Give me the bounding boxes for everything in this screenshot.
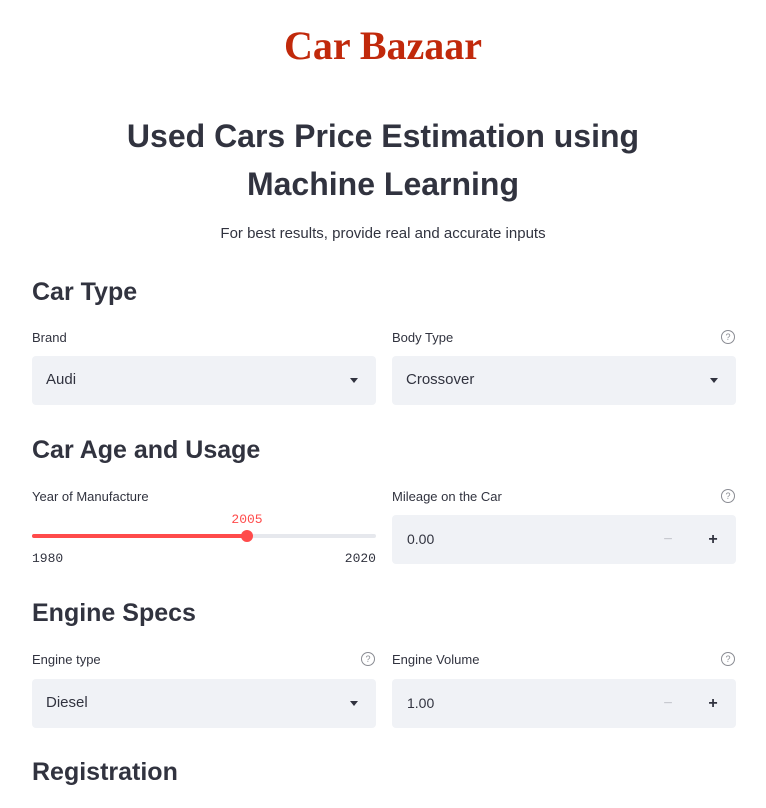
chevron-down-icon [350,378,358,383]
body-type-select-value: Crossover [406,371,475,388]
mileage-input-value[interactable]: 0.00 [407,531,434,547]
mileage-input[interactable]: 0.00 − + [392,515,736,564]
engine-volume-input[interactable]: 1.00 − + [392,679,736,728]
engine-volume-input-value[interactable]: 1.00 [407,695,434,711]
year-label: Year of Manufacture [32,489,149,504]
question-circle-icon[interactable]: ? [721,489,735,503]
brand-label: Brand [32,330,67,345]
question-circle-icon[interactable]: ? [721,652,735,666]
brand-select[interactable]: Audi [32,356,376,405]
engine-volume-label: Engine Volume [392,652,480,667]
chevron-down-icon [350,701,358,706]
year-slider-min: 1980 [32,551,64,566]
year-slider-thumb[interactable] [241,530,253,542]
brand-select-value: Audi [46,371,77,388]
year-slider[interactable] [32,530,376,542]
year-slider-fill [32,534,247,538]
year-slider-value: 2005 [231,512,263,527]
chevron-down-icon [710,378,718,383]
page-title: Used Cars Price Estimation using Machine… [126,118,640,202]
section-heading-registration: Registration [32,758,178,786]
engine-type-label: Engine type [32,652,101,667]
engine-type-select[interactable]: Diesel [32,679,376,728]
question-circle-icon[interactable]: ? [721,330,735,344]
section-heading-car-age-usage: Car Age and Usage [32,436,261,464]
plus-icon[interactable]: + [690,679,736,728]
engine-type-select-value: Diesel [46,694,88,711]
plus-icon[interactable]: + [690,515,736,564]
mileage-label: Mileage on the Car [392,489,502,504]
section-heading-engine-specs: Engine Specs [32,599,196,627]
page-subtitle: For best results, provide real and accur… [220,225,546,242]
brand-logo-text: Car Bazaar [283,23,483,68]
body-type-label: Body Type [392,330,454,345]
section-heading-car-type: Car Type [32,278,138,306]
minus-icon[interactable]: − [646,515,690,564]
question-circle-icon[interactable]: ? [361,652,375,666]
body-type-select[interactable]: Crossover [392,356,736,405]
year-slider-max: 2020 [344,551,376,566]
minus-icon[interactable]: − [646,679,690,728]
